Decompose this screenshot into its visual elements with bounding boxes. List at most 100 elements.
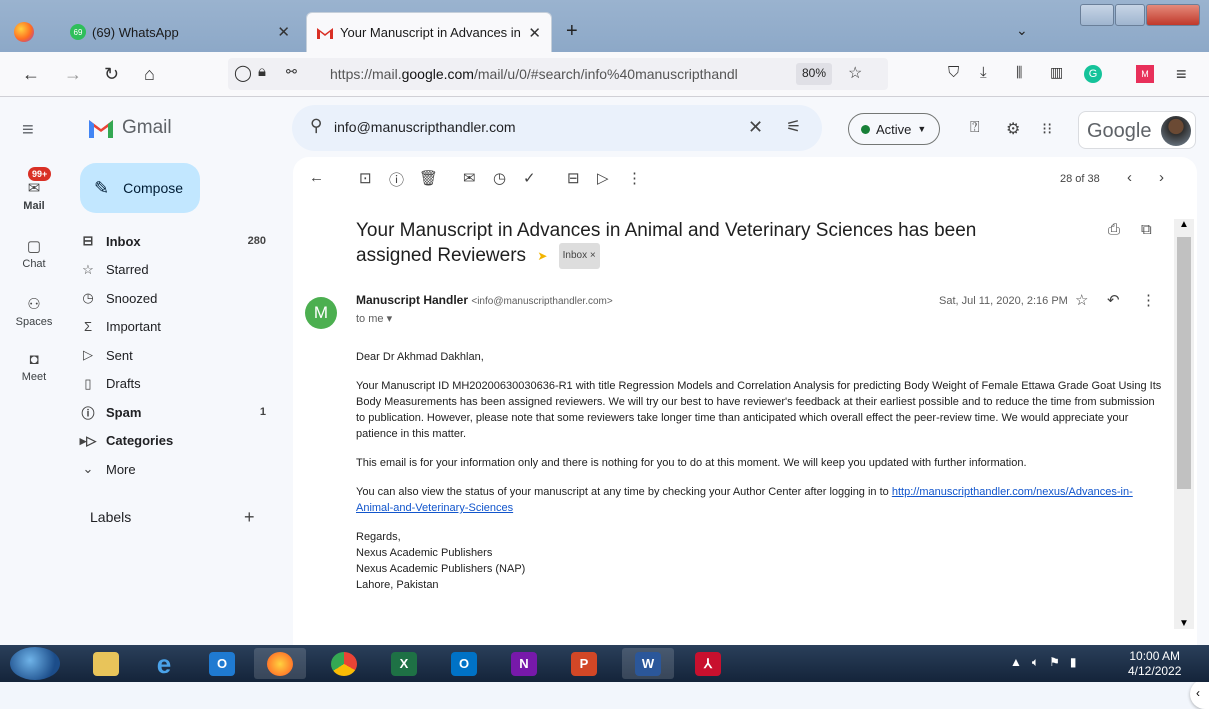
important-icon: Σ	[83, 319, 93, 334]
app-rail: ≡ ✉ Mail 99+ ▢ Chat ⚇ Spaces ◘ Meet	[0, 97, 68, 645]
outlook-taskbar-icon[interactable]: O	[196, 648, 248, 679]
clear-search-icon[interactable]: ✕	[748, 117, 763, 138]
back-icon[interactable]: ←	[22, 64, 40, 85]
more-vert-icon[interactable]: ⋮	[1141, 291, 1156, 309]
settings-gear-icon[interactable]: ⚙	[1006, 119, 1020, 139]
move-to-icon[interactable]: ⊟	[567, 169, 580, 187]
rail-item-spaces[interactable]: ⚇ Spaces	[0, 295, 68, 328]
more-options-icon[interactable]: ⋮	[627, 169, 642, 187]
nav-item-categories[interactable]: ▸▷ Categories	[70, 427, 280, 455]
back-to-list-icon[interactable]: ←	[309, 169, 324, 186]
mail-icon: ✉	[27, 180, 41, 197]
explorer-taskbar-icon[interactable]	[80, 648, 132, 679]
library-icon[interactable]: ⫼	[1016, 64, 1022, 81]
url-bar[interactable]: ◯ 🔒︎ ⚯ https://mail.google.com/mail/u/0/…	[228, 58, 888, 90]
label-icon[interactable]: ▷	[597, 169, 609, 187]
close-tab-icon[interactable]: ✕	[528, 24, 541, 42]
add-task-icon[interactable]: ✓	[523, 169, 536, 187]
outlook-app-taskbar-icon[interactable]: O	[438, 648, 490, 679]
newer-icon[interactable]: ‹	[1127, 169, 1132, 186]
excel-taskbar-icon[interactable]: X	[378, 648, 430, 679]
onenote-taskbar-icon[interactable]: N	[498, 648, 550, 679]
grammarly-extension-icon[interactable]: G	[1084, 65, 1102, 83]
nav-item-drafts[interactable]: ▯ Drafts	[70, 370, 280, 398]
nav-item-inbox[interactable]: ⊟ Inbox 280	[70, 227, 280, 255]
powerpoint-taskbar-icon[interactable]: P	[558, 648, 610, 679]
minimize-button[interactable]	[1080, 4, 1114, 26]
pocket-icon[interactable]: ⛉	[948, 64, 959, 81]
word-taskbar-icon[interactable]: W	[622, 648, 674, 679]
scroll-up-icon[interactable]: ▲	[1179, 219, 1189, 230]
mark-unread-icon[interactable]: ✉	[463, 169, 476, 187]
menu-icon[interactable]: ≡	[1176, 64, 1187, 85]
print-icon[interactable]: ⎙	[1108, 221, 1120, 238]
nav-label: More	[106, 461, 136, 477]
lock-icon[interactable]: 🔒︎	[258, 63, 266, 80]
archive-icon[interactable]: ⊡	[359, 169, 372, 187]
start-button[interactable]	[10, 647, 60, 680]
firefox-menu-icon[interactable]	[14, 22, 34, 42]
home-icon[interactable]: ⌂	[144, 64, 155, 85]
search-bar[interactable]: ⚲ info@manuscripthandler.com ✕ ⚟	[292, 105, 822, 151]
acrobat-taskbar-icon[interactable]: ⅄	[682, 648, 734, 679]
delete-icon[interactable]: 🗑︎	[419, 169, 438, 187]
bookmark-star-icon[interactable]: ☆	[848, 63, 862, 83]
nav-item-spam[interactable]: ⓘ Spam 1	[70, 398, 280, 426]
search-input[interactable]: info@manuscripthandler.com	[334, 119, 516, 135]
open-new-window-icon[interactable]: ⧉	[1141, 221, 1152, 238]
scroll-down-icon[interactable]: ▼	[1179, 618, 1189, 629]
apps-grid-icon[interactable]: ⁝⁝	[1042, 119, 1052, 139]
chrome-taskbar-icon[interactable]	[318, 648, 370, 679]
recipient-dropdown[interactable]: to me ▾	[356, 312, 392, 325]
zoom-level[interactable]: 80%	[796, 63, 833, 85]
nav-item-important[interactable]: Σ Important	[70, 313, 280, 341]
main-menu-icon[interactable]: ≡	[22, 119, 34, 142]
rail-item-meet[interactable]: ◘ Meet	[0, 351, 68, 383]
sidebar-icon[interactable]: ▥	[1050, 64, 1063, 81]
system-tray[interactable]: ▲ 🔈︎ ⚑ ▮	[1010, 655, 1076, 670]
rail-item-mail[interactable]: ✉ Mail	[0, 179, 68, 212]
older-icon[interactable]: ›	[1159, 169, 1164, 186]
star-icon[interactable]: ☆	[1075, 291, 1088, 309]
rail-item-chat[interactable]: ▢ Chat	[0, 237, 68, 270]
labels-heading: Labels	[90, 509, 132, 525]
extension-icon[interactable]: M	[1136, 65, 1154, 83]
close-tab-icon[interactable]: ✕	[277, 23, 290, 41]
nav-item-sent[interactable]: ▷ Sent	[70, 341, 280, 369]
forward-icon[interactable]: →	[64, 64, 82, 85]
nav-item-snoozed[interactable]: ◷ Snoozed	[70, 284, 280, 312]
compose-button[interactable]: ✎ Compose	[80, 163, 200, 213]
report-spam-icon[interactable]: ⓘ	[389, 169, 404, 190]
search-options-icon[interactable]: ⚟	[786, 117, 801, 137]
add-label-icon[interactable]: +	[244, 507, 255, 528]
permissions-icon[interactable]: ⚯	[286, 64, 297, 80]
status-dropdown[interactable]: Active ▼	[848, 113, 940, 145]
inbox-label-chip[interactable]: Inbox ×	[558, 243, 600, 269]
search-icon[interactable]: ⚲	[310, 116, 322, 136]
nav-item-more[interactable]: ⌄ More	[70, 455, 280, 483]
new-tab-icon[interactable]: +	[566, 20, 578, 43]
account-button[interactable]: Google	[1078, 111, 1196, 149]
nav-item-starred[interactable]: ☆ Starred	[70, 256, 280, 284]
scrollbar-thumb[interactable]	[1177, 237, 1191, 489]
maximize-button[interactable]	[1115, 4, 1145, 26]
side-panel-toggle-icon[interactable]: ‹	[1190, 679, 1209, 709]
close-window-button[interactable]	[1146, 4, 1200, 26]
shield-icon[interactable]: ◯	[234, 63, 252, 83]
sender-line: Manuscript Handler <info@manuscripthandl…	[356, 293, 613, 307]
taskbar-clock[interactable]: 10:00 AM 4/12/2022	[1128, 649, 1181, 679]
gmail-logo[interactable]: Gmail	[88, 117, 172, 139]
tab-whatsapp[interactable]: 69 (69) WhatsApp ✕	[56, 12, 300, 52]
snooze-icon[interactable]: ◷	[493, 169, 506, 187]
reply-icon[interactable]: ↶	[1107, 291, 1120, 309]
reload-icon[interactable]: ↻	[104, 64, 119, 85]
scrollbar[interactable]: ▲ ▼	[1174, 219, 1194, 629]
important-marker-icon[interactable]: ➤	[537, 244, 547, 268]
firefox-taskbar-icon[interactable]	[254, 648, 306, 679]
help-icon[interactable]: ⍰	[970, 119, 980, 137]
list-tabs-icon[interactable]: ⌄	[1016, 22, 1028, 39]
downloads-icon[interactable]: ⤓	[980, 64, 987, 81]
ie-taskbar-icon[interactable]: e	[138, 648, 190, 679]
signature: Regards, Nexus Academic Publishers Nexus…	[356, 531, 526, 591]
tab-gmail[interactable]: Your Manuscript in Advances in ✕	[306, 12, 552, 52]
